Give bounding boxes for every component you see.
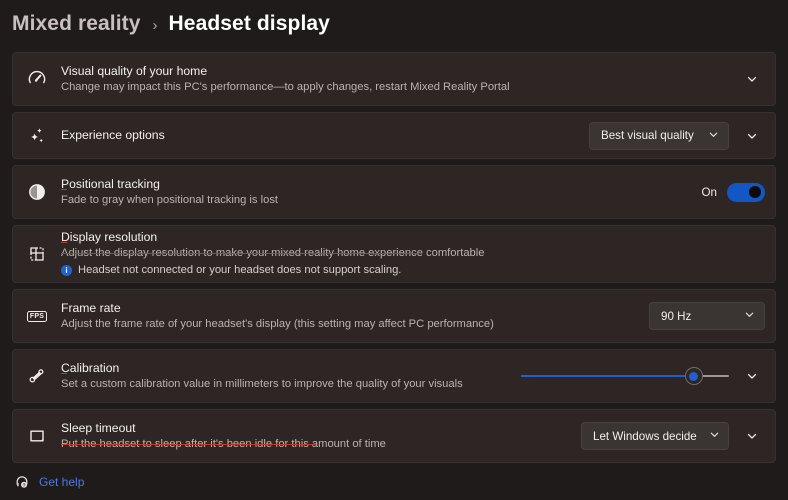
fps-icon-label: FPS — [27, 311, 47, 322]
calibration-icon — [13, 366, 61, 386]
card-title: Visual quality of your home — [61, 64, 731, 79]
card-title: Experience options — [61, 128, 581, 143]
slider-thumb[interactable] — [685, 367, 703, 385]
chevron-down-icon[interactable] — [739, 123, 765, 149]
positional-tracking-toggle[interactable] — [727, 183, 765, 202]
card-subtitle: Change may impact this PC's performance—… — [61, 80, 731, 95]
chevron-down-icon — [744, 309, 755, 323]
card-controls-positional-tracking: On — [702, 183, 765, 202]
frame-rate-dropdown[interactable]: 90 Hz — [649, 302, 765, 330]
card-controls-experience-options: Best visual quality — [589, 122, 765, 150]
card-subtitle: Adjust the display resolution to make yo… — [61, 246, 757, 261]
card-frame-rate[interactable]: FPS Frame rate Adjust the frame rate of … — [12, 289, 776, 343]
card-text-frame-rate: Frame rate Adjust the frame rate of your… — [61, 301, 649, 332]
sparkle-icon — [13, 126, 61, 146]
card-controls-sleep-timeout: Let Windows decide — [581, 422, 765, 450]
toggle-knob — [749, 186, 761, 198]
calibration-slider[interactable] — [521, 366, 729, 386]
display-resolution-note: i Headset not connected or your headset … — [61, 263, 757, 278]
slider-fill — [521, 375, 694, 378]
card-positional-tracking[interactable]: Positional tracking Fade to gray when po… — [12, 165, 776, 219]
card-visual-quality[interactable]: Visual quality of your home Change may i… — [12, 52, 776, 106]
chevron-down-icon — [709, 429, 720, 443]
svg-text:?: ? — [23, 482, 26, 488]
resolution-icon — [13, 244, 61, 264]
dropdown-value: 90 Hz — [661, 310, 732, 323]
get-help-link[interactable]: Get help — [39, 475, 84, 489]
contrast-icon — [13, 182, 61, 202]
card-experience-options[interactable]: Experience options Best visual quality — [12, 112, 776, 159]
note-text: Headset not connected or your headset do… — [78, 263, 401, 278]
card-subtitle: Fade to gray when positional tracking is… — [61, 193, 694, 208]
card-text-visual-quality: Visual quality of your home Change may i… — [61, 64, 739, 95]
card-text-positional-tracking: Positional tracking Fade to gray when po… — [61, 177, 702, 208]
card-text-experience-options: Experience options — [61, 128, 589, 143]
page-footer: ? Get help — [0, 464, 788, 500]
card-subtitle: Set a custom calibration value in millim… — [61, 377, 513, 392]
card-calibration[interactable]: Calibration Set a custom calibration val… — [12, 349, 776, 403]
card-subtitle: Put the headset to sleep after it's been… — [61, 437, 573, 452]
card-title: Sleep timeout — [61, 421, 573, 436]
breadcrumb-separator-icon: › — [153, 18, 158, 33]
card-title: Calibration — [61, 361, 513, 376]
card-text-sleep-timeout: Sleep timeout Put the headset to sleep a… — [61, 421, 581, 452]
card-controls-calibration — [521, 363, 765, 389]
card-sleep-timeout[interactable]: Sleep timeout Put the headset to sleep a… — [12, 409, 776, 463]
sleep-timeout-dropdown[interactable]: Let Windows decide — [581, 422, 729, 450]
card-title: Positional tracking — [61, 177, 694, 192]
positional-tracking-toggle-group[interactable]: On — [702, 183, 765, 202]
page-title: Headset display — [169, 12, 330, 36]
chevron-down-icon[interactable] — [739, 363, 765, 389]
dropdown-value: Best visual quality — [601, 129, 696, 142]
card-controls-visual-quality — [739, 66, 765, 92]
chevron-down-icon — [708, 129, 719, 143]
settings-card-list: Visual quality of your home Change may i… — [0, 48, 788, 463]
experience-options-dropdown[interactable]: Best visual quality — [589, 122, 729, 150]
card-text-display-resolution: Display resolution Adjust the display re… — [61, 230, 765, 278]
breadcrumb-parent-link[interactable]: Mixed reality — [12, 12, 141, 36]
breadcrumb: Mixed reality › Headset display — [0, 0, 788, 48]
dropdown-value: Let Windows decide — [593, 430, 697, 443]
sleep-icon — [13, 426, 61, 446]
chevron-down-icon[interactable] — [739, 66, 765, 92]
card-title: Frame rate — [61, 301, 641, 316]
card-controls-frame-rate: 90 Hz — [649, 302, 765, 330]
card-title: Display resolution — [61, 230, 757, 245]
card-display-resolution[interactable]: Display resolution Adjust the display re… — [12, 225, 776, 283]
chevron-down-icon[interactable] — [739, 423, 765, 449]
card-subtitle: Adjust the frame rate of your headset's … — [61, 317, 641, 332]
card-text-calibration: Calibration Set a custom calibration val… — [61, 361, 521, 392]
info-icon: i — [61, 265, 72, 276]
toggle-state-label: On — [702, 186, 717, 199]
gauge-icon — [13, 69, 61, 89]
help-icon: ? — [14, 474, 30, 490]
fps-icon: FPS — [13, 311, 61, 322]
